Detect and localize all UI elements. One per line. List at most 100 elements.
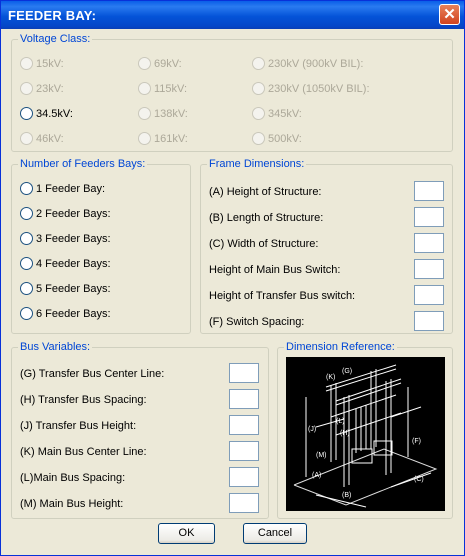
radio-69kv[interactable]: 69kV: [138, 57, 182, 70]
radio-circle [252, 82, 265, 95]
dimension-reference-label: Dimension Reference: [284, 341, 397, 353]
radio-label: 230kV (900kV BIL): [268, 57, 364, 70]
radio-label: 2 Feeder Bays: [36, 207, 111, 220]
radio-345kv[interactable]: 345kV: [252, 107, 302, 120]
frame-dimensions-label: Frame Dimensions: [207, 158, 307, 170]
radio-label: 3 Feeder Bays: [36, 232, 111, 245]
dimref-tag-f: (F) [412, 438, 421, 445]
radio-3-feeder-bays[interactable]: 3 Feeder Bays: [20, 232, 111, 245]
transfer-bus-switch-height-input[interactable] [414, 285, 444, 305]
radio-2-feeder-bays[interactable]: 2 Feeder Bays: [20, 207, 111, 220]
height-of-structure-label: (A) Height of Structure: [209, 186, 322, 198]
radio-circle [20, 107, 33, 120]
radio-label: 138kV: [154, 107, 188, 120]
transfer-bus-spacing-label: (H) Transfer Bus Spacing: [20, 394, 147, 406]
title-bar[interactable]: FEEDER BAY: ✕ [1, 1, 464, 29]
radio-circle [20, 82, 33, 95]
radio-circle [20, 57, 33, 70]
radio-label: 6 Feeder Bays: [36, 307, 111, 320]
ok-button[interactable]: OK [158, 523, 215, 544]
radio-circle [20, 207, 33, 220]
radio-circle [138, 57, 151, 70]
width-of-structure-input[interactable] [414, 233, 444, 253]
transfer-bus-spacing-input[interactable] [229, 389, 259, 409]
radio-23kv[interactable]: 23kV: [20, 82, 64, 95]
radio-label: 161kV: [154, 132, 188, 145]
radio-circle [252, 57, 265, 70]
transfer-bus-height-label: (J) Transfer Bus Height: [20, 420, 137, 432]
dimref-tag-k: (K) [326, 374, 335, 381]
main-bus-center-line-input[interactable] [229, 441, 259, 461]
radio-label: 34.5kV: [36, 107, 73, 120]
close-button[interactable]: ✕ [439, 4, 460, 25]
radio-label: 5 Feeder Bays: [36, 282, 111, 295]
radio-6-feeder-bays[interactable]: 6 Feeder Bays: [20, 307, 111, 320]
height-of-structure-input[interactable] [414, 181, 444, 201]
radio-230kv-1050[interactable]: 230kV (1050kV BIL): [252, 82, 370, 95]
radio-circle [252, 107, 265, 120]
transfer-bus-center-line-input[interactable] [229, 363, 259, 383]
width-of-structure-label: (C) Width of Structure: [209, 238, 319, 250]
dimref-tag-g: (G) [342, 368, 352, 375]
radio-circle [20, 182, 33, 195]
main-bus-height-input[interactable] [229, 493, 259, 513]
radio-circle [138, 82, 151, 95]
main-bus-center-line-label: (K) Main Bus Center Line: [20, 446, 147, 458]
dimref-tag-m: (M) [316, 452, 327, 459]
radio-circle [20, 257, 33, 270]
radio-circle [20, 307, 33, 320]
radio-5-feeder-bays[interactable]: 5 Feeder Bays: [20, 282, 111, 295]
transfer-bus-switch-height-label: Height of Transfer Bus switch: [209, 290, 356, 302]
radio-115kv[interactable]: 115kV: [138, 82, 187, 95]
voltage-class-group: Voltage Class: [11, 33, 453, 152]
length-of-structure-label: (B) Length of Structure: [209, 212, 324, 224]
feeder-bays-label: Number of Feeders Bays: [18, 158, 148, 170]
radio-label: 15kV: [36, 57, 64, 70]
dimref-tag-l: (L) [336, 418, 345, 425]
dimref-tag-h: (H) [340, 430, 350, 437]
dimref-tag-j: (J) [308, 426, 316, 433]
radio-label: 23kV: [36, 82, 64, 95]
transfer-bus-height-input[interactable] [229, 415, 259, 435]
transfer-bus-center-line-label: (G) Transfer Bus Center Line: [20, 368, 165, 380]
dimref-tag-b: (B) [342, 492, 351, 499]
main-bus-height-label: (M) Main Bus Height: [20, 498, 124, 510]
radio-circle [20, 282, 33, 295]
cancel-button[interactable]: Cancel [243, 523, 307, 544]
dimref-tag-c: (C) [414, 476, 424, 483]
switch-spacing-label: (F) Switch Spacing: [209, 316, 305, 328]
radio-138kv[interactable]: 138kV: [138, 107, 188, 120]
main-bus-spacing-input[interactable] [229, 467, 259, 487]
window-title: FEEDER BAY: [8, 8, 97, 23]
bus-variables-label: Bus Variables: [18, 341, 93, 353]
radio-label: 345kV: [268, 107, 302, 120]
radio-circle [20, 132, 33, 145]
dimension-reference-image: (K) (G) (J) (L) (H) (M) (F) (B) (C) (A) [286, 357, 445, 511]
radio-circle [138, 132, 151, 145]
main-bus-switch-height-label: Height of Main Bus Switch: [209, 264, 341, 276]
feeder-bay-dialog: FEEDER BAY: ✕ Voltage Class: 15kV: 69kV:… [0, 0, 465, 556]
radio-label: 4 Feeder Bays: [36, 257, 111, 270]
switch-spacing-input[interactable] [414, 311, 444, 331]
dimref-tag-a: (A) [312, 472, 321, 479]
radio-label: 46kV: [36, 132, 64, 145]
radio-circle [138, 107, 151, 120]
main-bus-switch-height-input[interactable] [414, 259, 444, 279]
radio-label: 1 Feeder Bay: [36, 182, 106, 195]
radio-circle [252, 132, 265, 145]
radio-34-5kv[interactable]: 34.5kV: [20, 107, 73, 120]
radio-label: 500kV: [268, 132, 302, 145]
radio-46kv[interactable]: 46kV: [20, 132, 64, 145]
length-of-structure-input[interactable] [414, 207, 444, 227]
radio-label: 69kV: [154, 57, 182, 70]
radio-label: 115kV: [154, 82, 188, 95]
radio-1-feeder-bay[interactable]: 1 Feeder Bay: [20, 182, 105, 195]
main-bus-spacing-label: (L)Main Bus Spacing: [20, 472, 126, 484]
radio-161kv[interactable]: 161kV: [138, 132, 188, 145]
voltage-class-label: Voltage Class: [18, 33, 93, 45]
radio-500kv[interactable]: 500kV: [252, 132, 302, 145]
radio-15kv[interactable]: 15kV: [20, 57, 64, 70]
radio-230kv-900[interactable]: 230kV (900kV BIL): [252, 57, 363, 70]
radio-circle [20, 232, 33, 245]
radio-4-feeder-bays[interactable]: 4 Feeder Bays: [20, 257, 111, 270]
